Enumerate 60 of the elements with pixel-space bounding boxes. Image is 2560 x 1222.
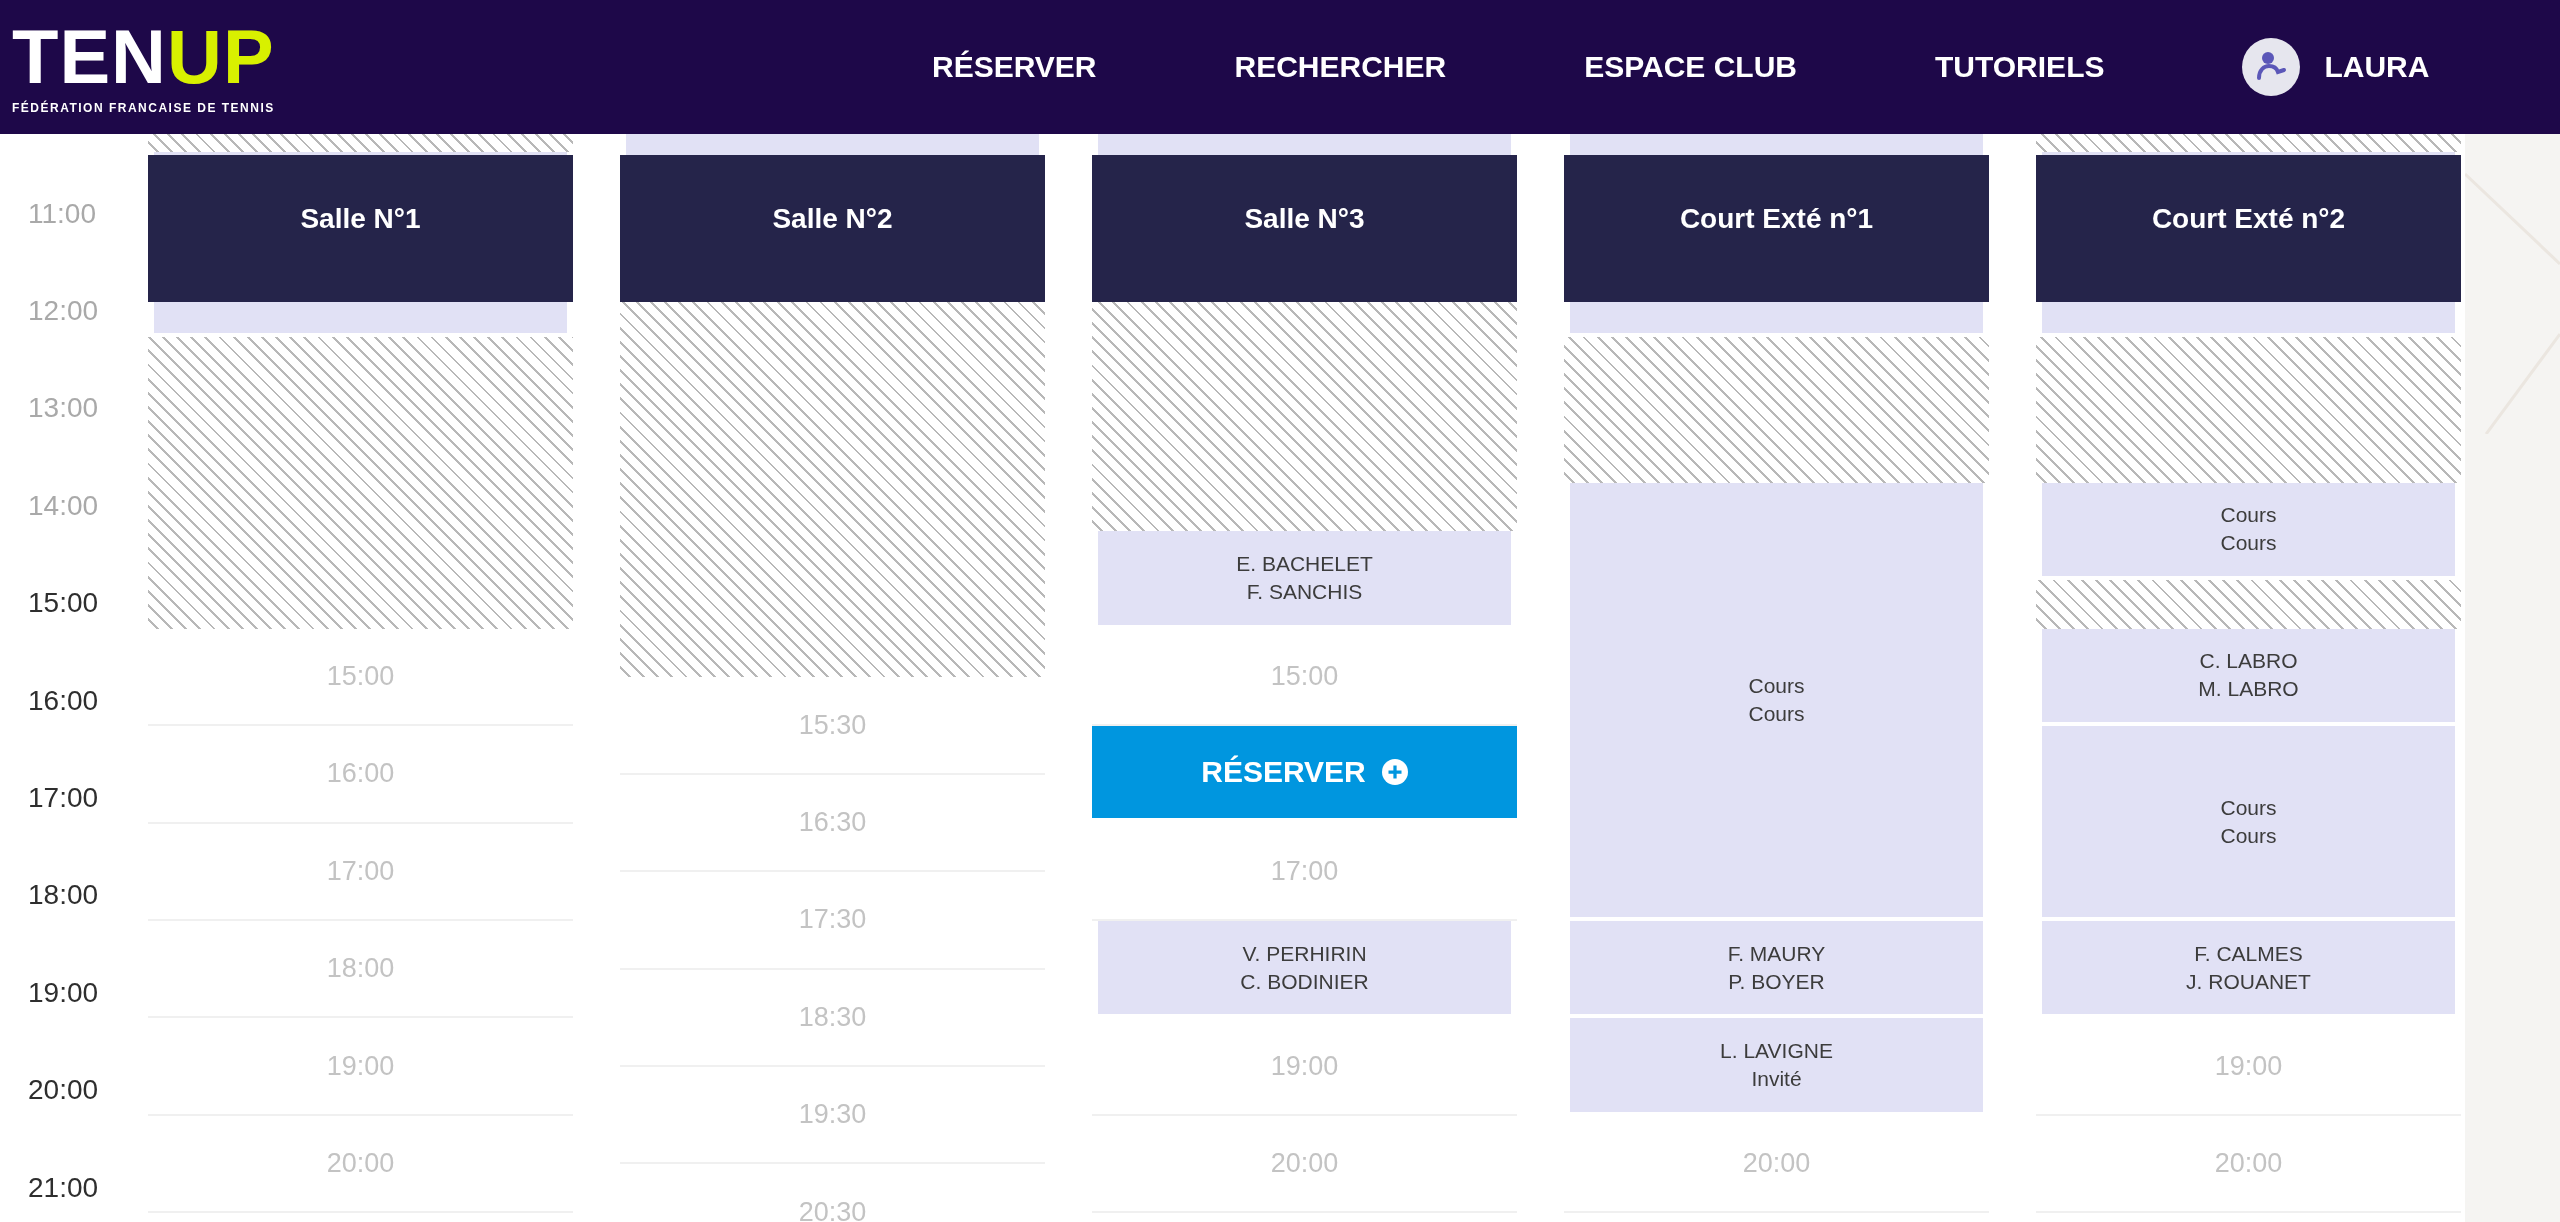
time-slot[interactable]: 15:00	[148, 628, 573, 727]
booking-text: J. ROUANET	[2186, 969, 2311, 994]
nav-link[interactable]: TUTORIELS	[1935, 50, 2105, 84]
hour-label: 21:00	[27, 1170, 100, 1205]
time-slot[interactable]: 17:00	[148, 823, 573, 921]
hour-label: 14:00	[27, 488, 100, 523]
time-slot[interactable]: 19:00	[1092, 1018, 1517, 1116]
hour-label: 12:00	[27, 294, 100, 329]
court-header: Salle N°3	[1092, 155, 1517, 302]
booking-text: F. SANCHIS	[1246, 580, 1363, 605]
avatar-icon[interactable]	[2242, 38, 2301, 96]
booking-text: E. BACHELET	[1236, 552, 1373, 577]
plus-circle-icon	[1381, 758, 1408, 785]
time-slot[interactable]: 17:30	[620, 872, 1045, 970]
hour-label: 11:00	[27, 196, 97, 231]
logo[interactable]: TENUP	[12, 19, 932, 95]
time-slot[interactable]: 20:30	[620, 1164, 1045, 1222]
time-slot[interactable]: 20:00	[1564, 1115, 1989, 1214]
booking-text: Cours	[2220, 795, 2277, 820]
booking-text: F. CALMES	[2194, 941, 2303, 966]
court-header: Court Exté n°2	[2036, 155, 2461, 302]
booking-text: C. LABRO	[2199, 649, 2298, 674]
booking-text: Cours	[1748, 701, 1805, 726]
time-slot[interactable]: 18:00	[148, 920, 573, 1019]
booking-text: P. BOYER	[1728, 969, 1825, 994]
hour-label: 17:00	[27, 781, 100, 816]
booking-text: Cours	[2220, 503, 2277, 528]
time-slot[interactable]: 19:30	[620, 1067, 1045, 1165]
booking-text: L. LAVIGNE	[1720, 1039, 1833, 1064]
booking-text: Invité	[1751, 1067, 1802, 1092]
booking-text: F. MAURY	[1727, 941, 1826, 966]
nav-link[interactable]: RECHERCHER	[1234, 50, 1447, 84]
hour-label: 13:00	[27, 391, 100, 426]
hour-label: 19:00	[27, 975, 100, 1010]
court-header: Salle N°1	[148, 155, 573, 302]
hour-label: 15:00	[27, 586, 100, 621]
booking-text: C. BODINIER	[1240, 969, 1369, 994]
court-header: Salle N°2	[620, 155, 1045, 302]
court-header: Court Exté n°1	[1564, 155, 1989, 302]
hour-label: 20:00	[27, 1073, 100, 1108]
hour-label: 18:00	[27, 878, 100, 913]
booking-text: V. PERHIRIN	[1242, 941, 1367, 966]
logo-tagline: FÉDÉRATION FRANCAISE DE TENNIS	[12, 101, 276, 115]
time-slot[interactable]: 18:30	[620, 969, 1045, 1068]
hour-label: 16:00	[27, 683, 100, 718]
time-slot[interactable]: 19:00	[2036, 1018, 2461, 1116]
booking-text: Cours	[1748, 673, 1805, 698]
time-slot[interactable]: 16:00	[148, 726, 573, 824]
booking-text: M. LABRO	[2198, 677, 2299, 702]
time-slot[interactable]: 19:00	[148, 1018, 573, 1116]
booking-text: Cours	[2220, 823, 2277, 848]
time-slot[interactable]: 16:30	[620, 774, 1045, 873]
nav-link[interactable]: RÉSERVER	[932, 50, 1097, 84]
booking-text: Cours	[2220, 531, 2277, 556]
user-name[interactable]: LAURA	[2324, 50, 2430, 84]
nav-link[interactable]: ESPACE CLUB	[1584, 50, 1797, 84]
time-slot[interactable]: 20:00	[1092, 1115, 1517, 1214]
time-slot[interactable]: 15:30	[620, 677, 1045, 775]
time-slot[interactable]: 20:00	[2036, 1115, 2461, 1214]
time-slot[interactable]: 20:00	[148, 1115, 573, 1214]
